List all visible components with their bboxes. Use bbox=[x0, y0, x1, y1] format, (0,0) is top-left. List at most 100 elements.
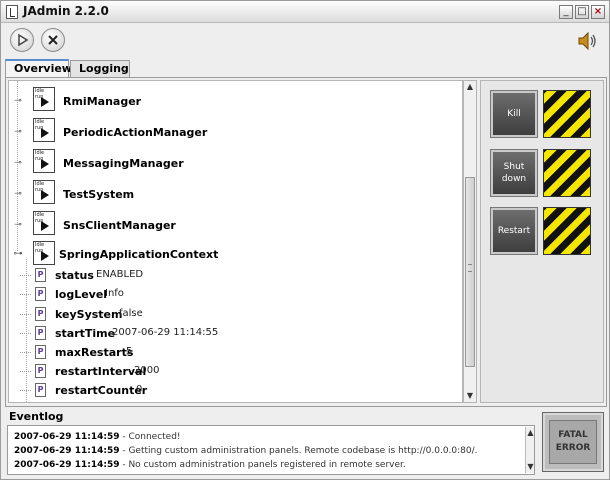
property-name: status bbox=[55, 269, 94, 282]
property-icon: P bbox=[35, 345, 46, 359]
component-icon: Idle run bbox=[33, 87, 55, 111]
property-value: ENABLED bbox=[96, 269, 144, 280]
property-icon: P bbox=[35, 268, 46, 282]
hazard-stripes-icon bbox=[543, 90, 591, 138]
tree-connector bbox=[20, 275, 31, 276]
tree-connector bbox=[20, 371, 31, 372]
tree-node[interactable]: ⊸ Idle run SnsClientManager bbox=[9, 211, 449, 237]
expand-toggle-icon[interactable]: ⊸ bbox=[13, 96, 23, 106]
property-icon: P bbox=[35, 307, 46, 321]
tree-connector bbox=[20, 333, 31, 334]
component-icon: Idle run bbox=[33, 149, 55, 173]
stop-icon bbox=[48, 35, 58, 45]
eventlog-panel: Eventlog 2007-06-29 11:14:59 - Connected… bbox=[5, 409, 537, 477]
tree-node-expanded[interactable]: ⊶ Idle run SpringApplicationContext bbox=[9, 241, 449, 267]
tree-node[interactable]: ⊸ Idle run RmiManager bbox=[9, 87, 449, 113]
property-name: logLevel bbox=[55, 288, 108, 301]
eventlog-title: Eventlog bbox=[9, 410, 64, 423]
play-button[interactable] bbox=[10, 28, 34, 52]
maximize-button[interactable]: □ bbox=[575, 5, 589, 19]
window-title: JAdmin 2.2.0 bbox=[23, 4, 109, 18]
scroll-down-icon[interactable]: ▼ bbox=[526, 461, 534, 473]
app-icon bbox=[6, 5, 18, 19]
expand-toggle-icon[interactable]: ⊸ bbox=[13, 189, 23, 199]
speaker-button[interactable] bbox=[577, 30, 599, 52]
property-name: keySystem bbox=[55, 308, 123, 321]
shutdown-button[interactable]: Shut down bbox=[490, 149, 538, 197]
stop-button[interactable] bbox=[41, 28, 65, 52]
toolbar bbox=[1, 24, 609, 58]
property-value: 2007-06-29 11:14:55 bbox=[112, 327, 219, 338]
tree-node-label: TestSystem bbox=[63, 188, 135, 201]
collapse-toggle-icon[interactable]: ⊶ bbox=[13, 249, 23, 259]
title-bar[interactable]: JAdmin 2.2.0 _ □ × bbox=[1, 1, 609, 23]
component-icon: Idle run bbox=[33, 118, 55, 142]
restart-button[interactable]: Restart bbox=[490, 207, 538, 255]
property-row[interactable]: P restartInterval 2000 bbox=[9, 362, 449, 381]
tree-node[interactable]: ⊸ Idle run MessagingManager bbox=[9, 149, 449, 175]
kill-button[interactable]: Kill bbox=[490, 90, 538, 138]
property-row[interactable]: P maxRestarts 5 bbox=[9, 343, 449, 362]
component-icon: Idle run bbox=[33, 211, 55, 235]
property-row[interactable]: P status ENABLED bbox=[9, 266, 449, 285]
expand-toggle-icon[interactable]: ⊸ bbox=[13, 158, 23, 168]
property-value: 5 bbox=[126, 346, 133, 357]
scroll-up-icon[interactable]: ▲ bbox=[526, 427, 534, 439]
play-icon bbox=[18, 33, 29, 47]
tree-node[interactable]: ⊸ Idle run TestSystem bbox=[9, 180, 449, 206]
tree-scrollbar[interactable]: ▲ ▼ bbox=[463, 80, 477, 403]
scrollbar-thumb[interactable] bbox=[465, 177, 475, 367]
tree-connector bbox=[20, 314, 31, 315]
expand-toggle-icon[interactable]: ⊸ bbox=[13, 127, 23, 137]
property-value: 2000 bbox=[134, 365, 160, 376]
property-icon: P bbox=[35, 364, 46, 378]
property-value: 0 bbox=[136, 384, 143, 395]
close-button[interactable]: × bbox=[591, 5, 605, 19]
hazard-stripes-icon bbox=[543, 149, 591, 197]
overview-panel: ⊸ Idle run RmiManager ⊸ Idle run Periodi… bbox=[5, 77, 607, 407]
tab-logging[interactable]: Logging bbox=[70, 60, 130, 77]
property-name: startTime bbox=[55, 327, 116, 340]
tab-bar: Overview Logging bbox=[5, 59, 605, 77]
property-icon: P bbox=[35, 383, 46, 397]
speaker-icon bbox=[578, 31, 596, 51]
tree-node-label: SnsClientManager bbox=[63, 219, 176, 232]
tree-node[interactable]: ⊸ Idle run PeriodicActionManager bbox=[9, 118, 449, 144]
component-icon: Idle run bbox=[33, 180, 55, 204]
property-row[interactable]: P startTime 2007-06-29 11:14:55 bbox=[9, 324, 449, 343]
log-line: 2007-06-29 11:14:59 - Connected! bbox=[14, 432, 181, 442]
component-icon: Idle run bbox=[33, 241, 55, 265]
property-icon: P bbox=[35, 287, 46, 301]
tree-connector bbox=[20, 352, 31, 353]
property-value: false bbox=[119, 308, 143, 319]
eventlog-textarea[interactable]: 2007-06-29 11:14:59 - Connected! 2007-06… bbox=[7, 425, 535, 475]
eventlog-scrollbar[interactable]: ▲ ▼ bbox=[525, 427, 534, 473]
property-name: restartCounter bbox=[55, 384, 148, 397]
minimize-button[interactable]: _ bbox=[559, 5, 573, 19]
property-value: Info bbox=[105, 288, 124, 299]
log-line: 2007-06-29 11:14:59 - No custom administ… bbox=[14, 460, 406, 470]
tree-node-label: MessagingManager bbox=[63, 157, 184, 170]
jadmin-window: JAdmin 2.2.0 _ □ × Overview Logging ⊸ Id… bbox=[0, 0, 610, 480]
tree-node-label: RmiManager bbox=[63, 95, 142, 108]
scroll-down-icon[interactable]: ▼ bbox=[464, 390, 476, 402]
expand-toggle-icon[interactable]: ⊸ bbox=[13, 220, 23, 230]
property-name: maxRestarts bbox=[55, 346, 134, 359]
scroll-up-icon[interactable]: ▲ bbox=[464, 81, 476, 93]
property-name: restartInterval bbox=[55, 365, 147, 378]
component-tree[interactable]: ⊸ Idle run RmiManager ⊸ Idle run Periodi… bbox=[8, 80, 463, 403]
tree-connector bbox=[20, 390, 31, 391]
tree-connector bbox=[20, 294, 31, 295]
property-icon: P bbox=[35, 326, 46, 340]
property-row[interactable]: P restartCounter 0 bbox=[9, 381, 449, 400]
tree-node-label: SpringApplicationContext bbox=[59, 248, 219, 261]
log-line: 2007-06-29 11:14:59 - Getting custom adm… bbox=[14, 446, 478, 456]
tab-overview[interactable]: Overview bbox=[5, 59, 72, 77]
hazard-stripes-icon bbox=[543, 207, 591, 255]
control-panel: Kill Shut down Restart bbox=[480, 80, 604, 403]
fatal-error-button[interactable]: FATAL ERROR bbox=[542, 412, 604, 472]
property-row[interactable]: P keySystem false bbox=[9, 305, 449, 324]
property-row[interactable]: P logLevel Info bbox=[9, 285, 449, 304]
tree-node-label: PeriodicActionManager bbox=[63, 126, 208, 139]
fatal-error-label: FATAL ERROR bbox=[549, 420, 597, 464]
